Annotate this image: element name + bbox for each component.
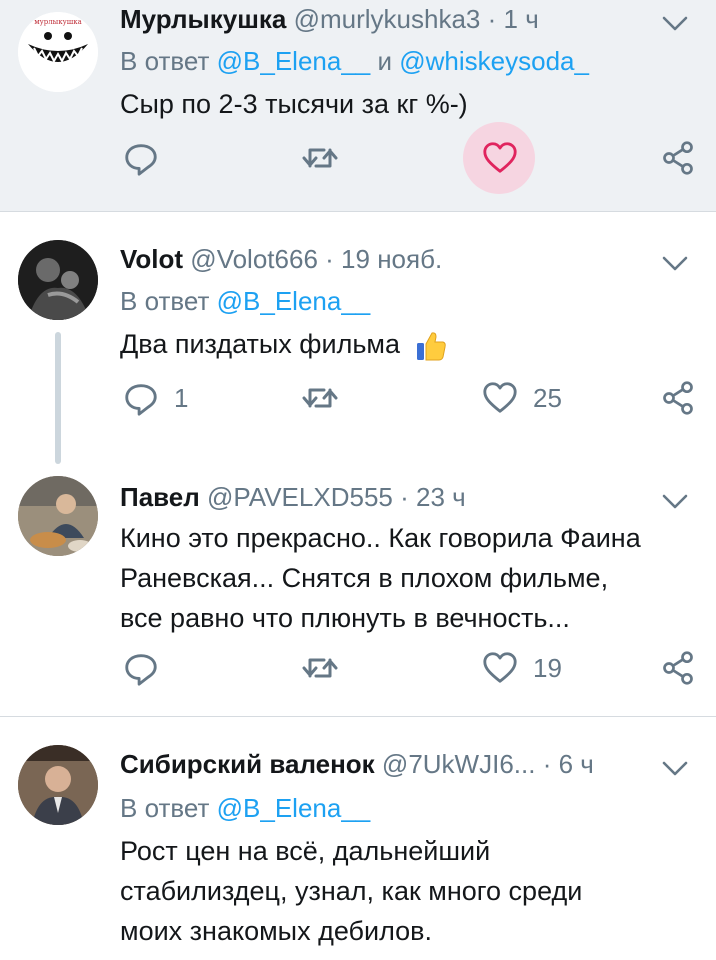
like-count: 19: [533, 652, 562, 683]
reply-prefix: В ответ: [120, 46, 210, 76]
separator: ·: [542, 749, 552, 779]
reply-button[interactable]: 1: [122, 374, 188, 422]
tweet-header: Сибирский валенок @7UkWJI6... · 6 ч: [120, 747, 656, 781]
heart-icon: [481, 139, 519, 177]
grinning-cat-avatar-icon: мурлыкушка: [18, 12, 98, 92]
tweet-text: Кино это прекрасно.. Как говорила Фаина …: [120, 518, 696, 638]
share-button[interactable]: [660, 374, 696, 422]
author-name[interactable]: Сибирский валенок: [120, 749, 375, 779]
share-icon: [660, 140, 696, 176]
reply-icon: [122, 379, 160, 417]
like-button[interactable]: [481, 134, 519, 182]
mention-link[interactable]: @B_Elena__: [217, 286, 371, 316]
retweet-icon: [300, 648, 340, 688]
timestamp[interactable]: 23 ч: [416, 482, 466, 512]
chevron-down-icon[interactable]: [660, 8, 690, 38]
tweet-header: Volot @Volot666 · 19 нояб.: [120, 242, 656, 276]
tweet-text-line: Кино это прекрасно.. Как говорила Фаина: [120, 523, 641, 553]
retweet-button[interactable]: [300, 134, 340, 182]
retweet-button[interactable]: [300, 374, 340, 422]
tweet-actions: 19: [0, 644, 716, 692]
tweet-text: Сыр по 2-3 тысячи за кг %-): [120, 89, 468, 119]
tweet-header: Павел @PAVELXD555 · 23 ч: [120, 480, 656, 514]
like-button[interactable]: 19: [481, 644, 562, 692]
retweet-icon: [300, 138, 340, 178]
tweet-sibirsky-valenok[interactable]: Сибирский валенок @7UkWJI6... · 6 ч В от…: [0, 717, 716, 960]
avatar-photo-icon: [18, 476, 98, 556]
author-handle[interactable]: @PAVELXD555: [207, 482, 393, 512]
avatar[interactable]: мурлыкушка: [18, 12, 98, 92]
separator: ·: [400, 482, 409, 512]
avatar-photo-icon: [18, 240, 98, 320]
thumbs-up-icon: [416, 332, 446, 361]
tweet-text-line: Раневская... Снятся в плохом фильме,: [120, 563, 609, 593]
reply-button[interactable]: [122, 134, 160, 182]
like-button[interactable]: 25: [481, 374, 562, 422]
chevron-down-icon[interactable]: [660, 486, 690, 516]
tweet-text-line: Рост цен на всё, дальнейший: [120, 836, 491, 866]
avatar[interactable]: [18, 240, 98, 320]
reply-joiner: и: [377, 46, 393, 76]
reply-icon: [122, 139, 160, 177]
heart-icon: [481, 649, 519, 687]
heart-icon: [481, 379, 519, 417]
timestamp[interactable]: 1 ч: [504, 4, 539, 34]
reply-context: В ответ @B_Elena__: [120, 284, 370, 318]
avatar-photo-icon: [18, 745, 98, 825]
author-handle[interactable]: @murlykushka3: [294, 4, 481, 34]
reply-prefix: В ответ: [120, 286, 210, 316]
tweet-text: Два пиздатых фильма: [120, 324, 696, 364]
tweet-text-line: моих знакомых дебилов.: [120, 916, 433, 946]
timestamp[interactable]: 19 нояб.: [341, 244, 442, 274]
separator: ·: [325, 244, 334, 274]
tweet-text-content: Два пиздатых фильма: [120, 329, 400, 359]
author-handle[interactable]: @Volot666: [190, 244, 318, 274]
timestamp[interactable]: 6 ч: [559, 749, 594, 779]
share-button[interactable]: [660, 134, 696, 182]
separator: ·: [487, 4, 497, 34]
mention-link[interactable]: @whiskeysoda_: [399, 46, 589, 76]
author-handle[interactable]: @7UkWJI6...: [382, 749, 536, 779]
reply-button[interactable]: [122, 644, 160, 692]
share-icon: [660, 650, 696, 686]
avatar[interactable]: [18, 476, 98, 556]
share-icon: [660, 380, 696, 416]
tweet-header: Мурлыкушка @murlykushka3 · 1 ч: [120, 2, 656, 36]
mention-link[interactable]: @B_Elena__: [217, 46, 371, 76]
chevron-down-icon[interactable]: [660, 753, 690, 783]
reply-prefix: В ответ: [120, 793, 210, 823]
retweet-icon: [300, 378, 340, 418]
tweet-text-line: стабилиздец, узнал, как много среди: [120, 876, 583, 906]
reply-count: 1: [174, 382, 189, 413]
tweet-actions: 1 25: [0, 374, 716, 422]
tweet-text-line: все равно что плюнуть в вечность...: [120, 603, 570, 633]
tweet-volot[interactable]: Volot @Volot666 · 19 нояб. В ответ @B_El…: [0, 212, 716, 474]
author-name[interactable]: Павел: [120, 482, 200, 512]
tweet-text: Рост цен на всё, дальнейший стабилиздец,…: [120, 831, 696, 951]
avatar[interactable]: [18, 745, 98, 825]
chevron-down-icon[interactable]: [660, 248, 690, 278]
retweet-button[interactable]: [300, 644, 340, 692]
like-count: 25: [533, 382, 562, 413]
avatar-lettering: мурлыкушка: [34, 18, 82, 26]
tweet-actions: [0, 122, 716, 194]
tweet-murlykushka[interactable]: мурлыкушка Мурлыкушка @murlykushka3 · 1 …: [0, 0, 716, 212]
reply-context: В ответ @B_Elena__ и @whiskeysoda_: [120, 44, 589, 78]
mention-link[interactable]: @B_Elena__: [217, 793, 371, 823]
author-name[interactable]: Volot: [120, 244, 183, 274]
reply-icon: [122, 649, 160, 687]
author-name[interactable]: Мурлыкушка: [120, 4, 286, 34]
reply-context: В ответ @B_Elena__: [120, 791, 370, 825]
tweet-pavel[interactable]: Павел @PAVELXD555 · 23 ч Кино это прекра…: [0, 474, 716, 717]
share-button[interactable]: [660, 644, 696, 692]
